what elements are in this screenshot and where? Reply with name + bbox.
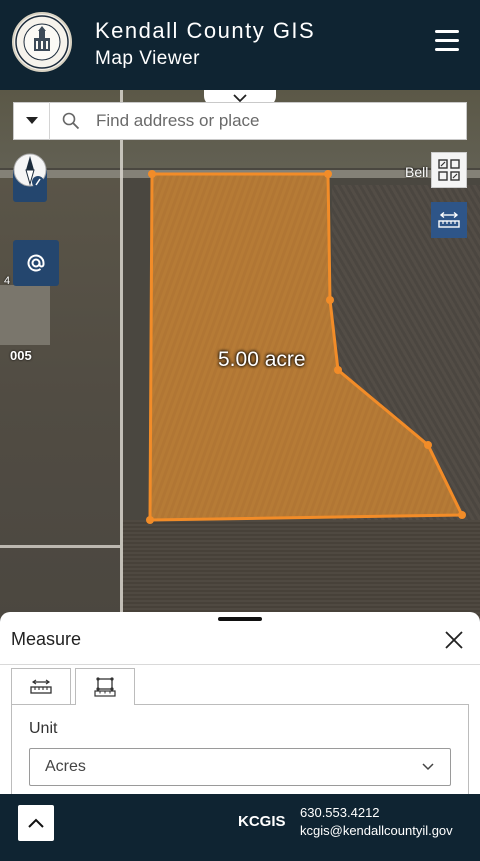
footer-phone[interactable]: 630.553.4212: [300, 805, 380, 820]
ruler-distance-icon: [30, 679, 52, 694]
search-source-dropdown[interactable]: [14, 102, 50, 140]
county-seal-logo: [12, 12, 72, 72]
parcel-number-partial: 4: [4, 275, 11, 287]
at-symbol-button[interactable]: [13, 240, 59, 286]
app-footer: KCGIS 630.553.4212 kcgis@kendallcountyil…: [0, 794, 480, 861]
tab-distance[interactable]: [11, 668, 71, 704]
footer-email[interactable]: kcgis@kendallcountyil.gov: [300, 823, 453, 838]
basemap-grid-icon: [438, 159, 460, 181]
measure-panel-title: Measure: [11, 629, 82, 649]
unit-select-value: Acres: [45, 758, 86, 775]
footer-brand: KCGIS: [238, 813, 286, 830]
app-title: Kendall County GIS: [95, 18, 316, 43]
panel-divider: [0, 664, 480, 665]
unit-select[interactable]: Acres: [29, 748, 451, 786]
compass-icon[interactable]: [13, 152, 47, 192]
expand-footer-button[interactable]: [18, 805, 54, 841]
measure-panel: Measure Unit Acres: [0, 612, 480, 794]
hamburger-menu-icon[interactable]: [432, 26, 462, 56]
at-sign-icon: [27, 254, 45, 272]
chevron-down-icon: [422, 763, 434, 771]
unit-label: Unit: [29, 720, 58, 737]
app-subtitle: Map Viewer: [95, 48, 200, 69]
measure-ruler-icon: [438, 211, 460, 228]
search-bar: [13, 102, 467, 140]
map-view[interactable]: 5.00 acre Bell 4 005: [0, 90, 480, 620]
chevron-up-icon: [28, 818, 44, 828]
street-label: Bell: [405, 164, 429, 180]
tab-area[interactable]: [75, 668, 135, 705]
close-icon[interactable]: [443, 629, 465, 651]
area-measurement-label: 5.00 acre: [218, 348, 306, 371]
area-measure-icon: [94, 677, 116, 697]
measure-tool-button[interactable]: [431, 202, 467, 238]
search-input[interactable]: [84, 104, 466, 138]
caret-down-icon: [25, 117, 38, 124]
search-icon: [62, 112, 84, 130]
panel-drag-handle[interactable]: [218, 617, 262, 621]
parcel-number: 005: [10, 348, 32, 363]
app-header: Kendall County GIS Map Viewer: [0, 0, 480, 90]
basemap-gallery-button[interactable]: [431, 152, 467, 188]
